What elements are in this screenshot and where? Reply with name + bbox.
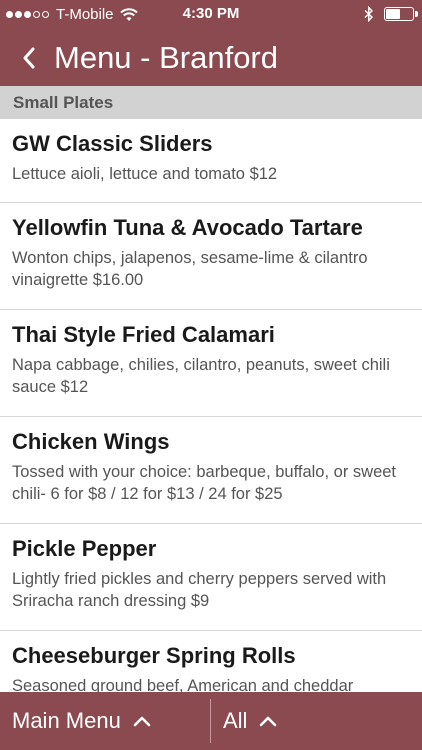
menu-item-name: Chicken Wings: [12, 429, 170, 454]
menu-item-name: Yellowfin Tuna & Avocado Tartare: [12, 215, 363, 240]
menu-item-description: Lettuce aioli, lettuce and tomato $12: [12, 165, 278, 183]
menu-item[interactable]: Yellowfin Tuna & Avocado Tartare Wonton …: [0, 203, 422, 310]
menu-item-description: Napa cabbage, chilies, cilantro, peanuts…: [12, 356, 390, 396]
battery-icon: [384, 7, 418, 21]
menu-item[interactable]: Chicken Wings Tossed with your choice: b…: [0, 417, 422, 524]
chevron-left-icon: [23, 47, 35, 69]
all-filter-label: All: [223, 708, 248, 733]
battery-level: [386, 9, 400, 19]
back-button[interactable]: Menu - Branford: [0, 40, 278, 76]
menu-item-name: Thai Style Fried Calamari: [12, 322, 275, 347]
menu-item[interactable]: Cheeseburger Spring Rolls Seasoned groun…: [0, 631, 422, 692]
header: T-Mobile 4:30 PM Menu - Branford: [0, 0, 422, 86]
menu-item-name: Pickle Pepper: [12, 536, 157, 561]
menu-list[interactable]: GW Classic Sliders Lettuce aioli, lettuc…: [0, 119, 422, 692]
main-menu-label: Main Menu: [12, 708, 121, 733]
menu-item-name: Cheeseburger Spring Rolls: [12, 643, 296, 668]
chevron-up-icon: [260, 716, 277, 727]
menu-item-name: GW Classic Sliders: [12, 131, 213, 156]
menu-item-description: Tossed with your choice: barbeque, buffa…: [12, 463, 397, 503]
menu-item-description: Lightly fried pickles and cherry peppers…: [12, 570, 387, 610]
status-right: [364, 6, 418, 22]
battery-tip: [415, 11, 418, 17]
status-bar: T-Mobile 4:30 PM: [0, 0, 422, 30]
main-menu-button[interactable]: Main Menu: [0, 692, 210, 750]
status-time: 4:30 PM: [182, 5, 240, 22]
menu-item[interactable]: GW Classic Sliders Lettuce aioli, lettuc…: [0, 119, 422, 203]
nav-bar: Menu - Branford: [0, 30, 422, 86]
bottom-toolbar: Main Menu All: [0, 692, 422, 750]
page-title: Menu - Branford: [54, 40, 278, 75]
all-filter-button[interactable]: All: [211, 692, 277, 750]
menu-item-description: Seasoned ground beef, American and chedd…: [12, 677, 354, 692]
chevron-up-icon: [133, 716, 151, 727]
bluetooth-icon: [364, 6, 373, 22]
menu-item[interactable]: Pickle Pepper Lightly fried pickles and …: [0, 524, 422, 631]
menu-item-description: Wonton chips, jalapenos, sesame-lime & c…: [12, 249, 368, 289]
section-header: Small Plates: [0, 86, 422, 119]
app-screen: T-Mobile 4:30 PM Menu - Branford Small P…: [0, 0, 422, 750]
menu-item[interactable]: Thai Style Fried Calamari Napa cabbage, …: [0, 310, 422, 417]
